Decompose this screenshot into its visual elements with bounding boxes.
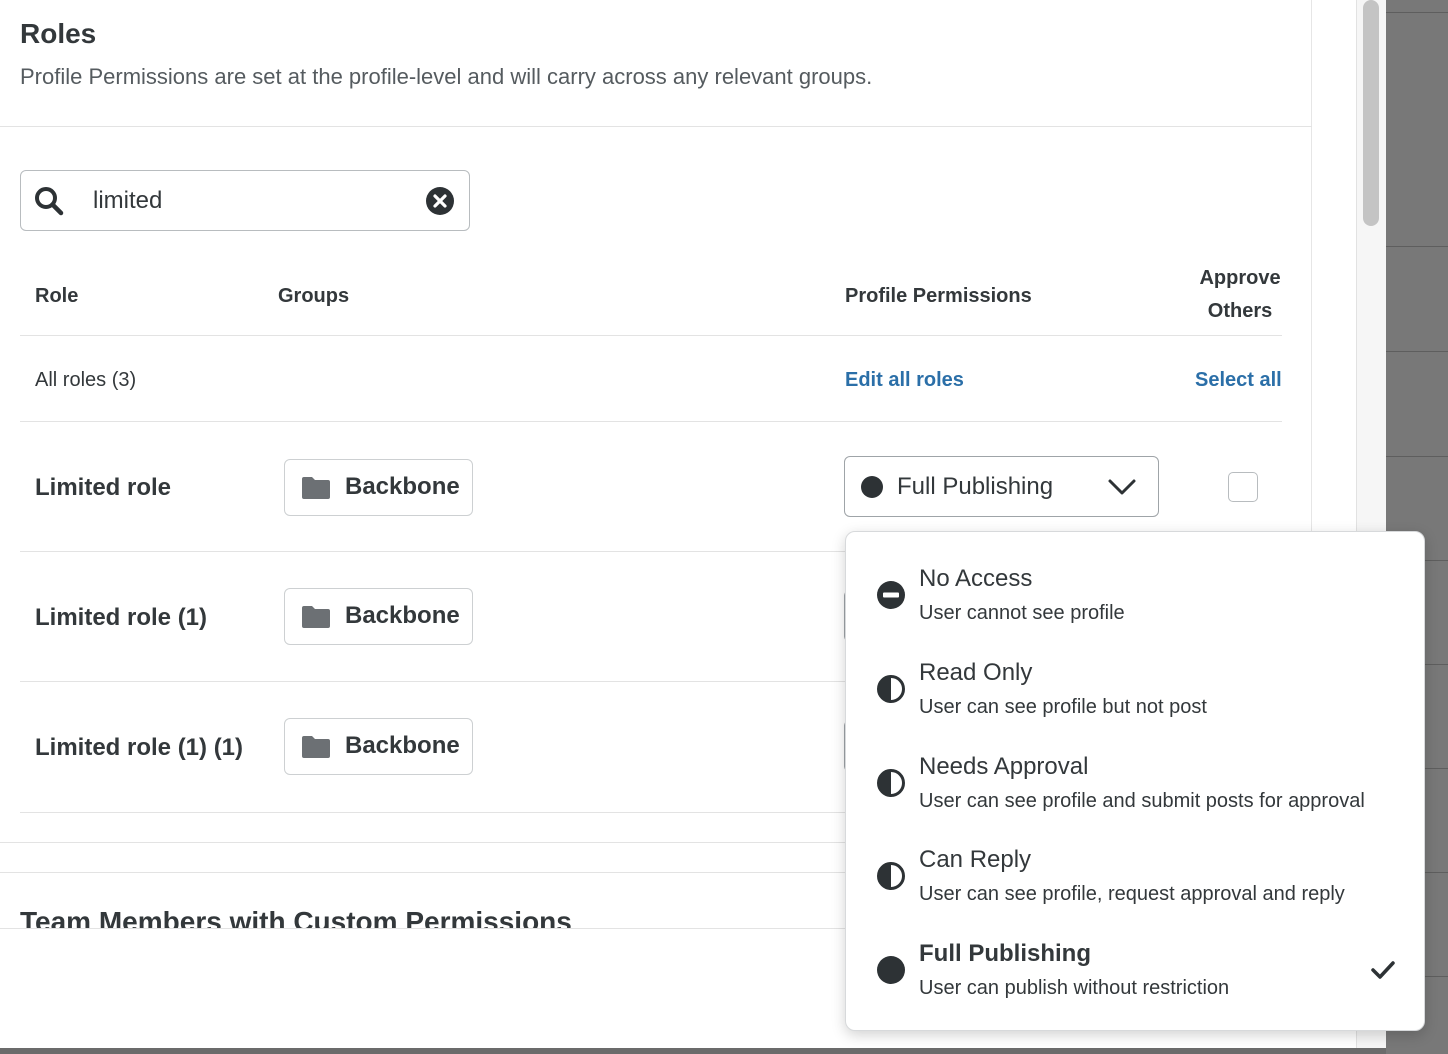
option-title: No Access <box>919 565 1033 592</box>
group-chip[interactable]: Backbone <box>284 588 473 645</box>
folder-icon <box>302 606 330 628</box>
column-header-groups: Groups <box>278 285 350 307</box>
folder-icon <box>302 736 330 758</box>
backdrop-divider <box>1386 12 1448 13</box>
full-circle-icon <box>861 476 883 498</box>
role-name: Limited role <box>35 474 172 501</box>
half-circle-icon <box>877 862 905 890</box>
backdrop-divider <box>1386 351 1448 352</box>
permission-option-needs-approval[interactable]: Needs Approval User can see profile and … <box>846 720 1424 814</box>
permission-dropdown-menu: No Access User cannot see profile Read O… <box>845 531 1425 1031</box>
no-access-icon <box>877 581 905 609</box>
search-icon <box>35 187 64 216</box>
group-chip[interactable]: Backbone <box>284 459 473 516</box>
permission-select-label: Full Publishing <box>897 473 1054 500</box>
group-chip-label: Backbone <box>345 732 460 759</box>
group-chip-label: Backbone <box>345 602 460 629</box>
permission-option-can-reply[interactable]: Can Reply User can see profile, request … <box>846 813 1424 907</box>
chevron-down-icon <box>1108 479 1136 495</box>
select-all-link[interactable]: Select all <box>1195 369 1282 392</box>
permission-option-no-access[interactable]: No Access User cannot see profile <box>846 532 1424 626</box>
group-chip-label: Backbone <box>345 473 460 500</box>
scrollbar-thumb[interactable] <box>1363 0 1379 226</box>
backdrop-divider <box>1386 456 1448 457</box>
permission-option-read-only[interactable]: Read Only User can see profile but not p… <box>846 626 1424 720</box>
all-roles-count: All roles (3) <box>35 369 137 391</box>
half-circle-icon <box>877 769 905 797</box>
folder-icon <box>302 477 330 499</box>
backdrop-divider <box>1386 246 1448 247</box>
option-title: Full Publishing <box>919 940 1091 967</box>
option-title: Can Reply <box>919 846 1032 873</box>
option-title: Needs Approval <box>919 753 1089 780</box>
search-input[interactable] <box>93 183 413 219</box>
role-search-box[interactable] <box>20 170 470 231</box>
clear-search-icon[interactable] <box>425 186 455 216</box>
option-description: User can see profile and submit posts fo… <box>919 790 1365 812</box>
permission-option-full-publishing[interactable]: Full Publishing User can publish without… <box>846 907 1424 1001</box>
column-header-role: Role <box>35 285 79 307</box>
column-header-approve-others: Approve Others <box>1199 267 1281 322</box>
edit-all-roles-link[interactable]: Edit all roles <box>845 369 964 392</box>
option-title: Read Only <box>919 659 1033 686</box>
group-chip[interactable]: Backbone <box>284 718 473 775</box>
permission-select[interactable]: Full Publishing <box>844 456 1159 517</box>
page-subtitle: Profile Permissions are set at the profi… <box>20 64 873 89</box>
option-description: User can see profile, request approval a… <box>919 883 1345 905</box>
header-row-divider <box>20 335 1282 336</box>
role-name: Limited role (1) <box>35 604 208 631</box>
option-description: User cannot see profile <box>919 602 1125 624</box>
full-circle-icon <box>877 956 905 984</box>
role-name: Limited role (1) (1) <box>35 734 244 761</box>
option-description: User can see profile but not post <box>919 696 1207 718</box>
column-header-profile-permissions: Profile Permissions <box>845 285 1032 307</box>
checkmark-icon <box>1371 961 1395 979</box>
header-divider <box>0 126 1312 127</box>
half-circle-icon <box>877 675 905 703</box>
row-divider <box>20 421 1282 422</box>
option-description: User can publish without restriction <box>919 977 1230 999</box>
page-title: Roles <box>20 18 97 49</box>
approve-others-checkbox[interactable] <box>1228 472 1258 502</box>
